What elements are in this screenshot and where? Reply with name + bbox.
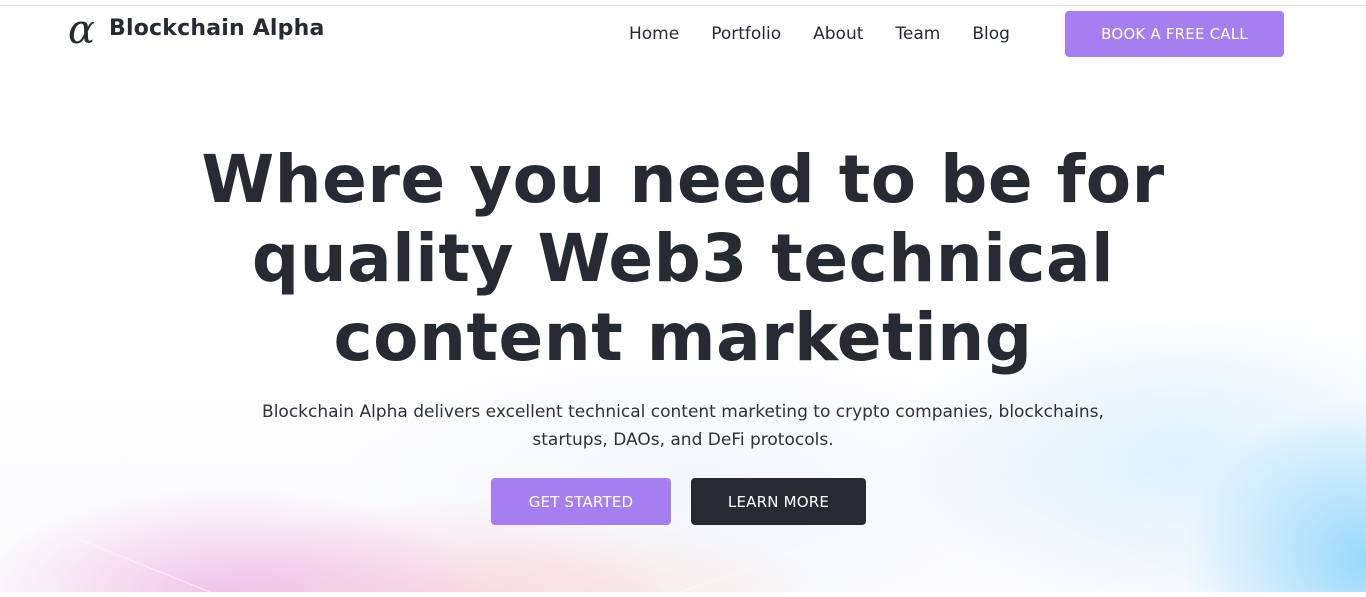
nav-item-home[interactable]: Home [629,22,679,46]
brand-logo[interactable]: α Blockchain Alpha [68,7,325,53]
main-nav: Home Portfolio About Team Blog [629,22,1010,46]
hero-headline: Where you need to be for quality Web3 te… [0,140,1366,377]
alpha-logo-icon: α [68,7,96,53]
hero-subtitle-line-2: startups, DAOs, and DeFi protocols. [532,430,834,450]
nav-item-portfolio[interactable]: Portfolio [711,22,781,46]
nav-item-about[interactable]: About [813,22,863,46]
nav-item-team[interactable]: Team [895,22,940,46]
landing-page: α Blockchain Alpha Home Portfolio About … [0,0,1366,597]
hero-headline-line-2: quality Web3 technical [251,220,1115,297]
learn-more-button[interactable]: LEARN MORE [691,478,866,525]
brand-name: Blockchain Alpha [109,15,325,41]
hero-subtitle: Blockchain Alpha delivers excellent tech… [0,398,1366,454]
top-divider [0,5,1366,6]
nav-item-blog[interactable]: Blog [972,22,1010,46]
get-started-button[interactable]: GET STARTED [491,478,671,525]
hero-headline-line-1: Where you need to be for [201,141,1165,218]
hero-headline-line-3: content marketing [333,299,1033,376]
bottom-edge [0,592,1366,597]
hero-subtitle-line-1: Blockchain Alpha delivers excellent tech… [262,402,1104,422]
book-free-call-button[interactable]: BOOK A FREE CALL [1065,11,1284,57]
